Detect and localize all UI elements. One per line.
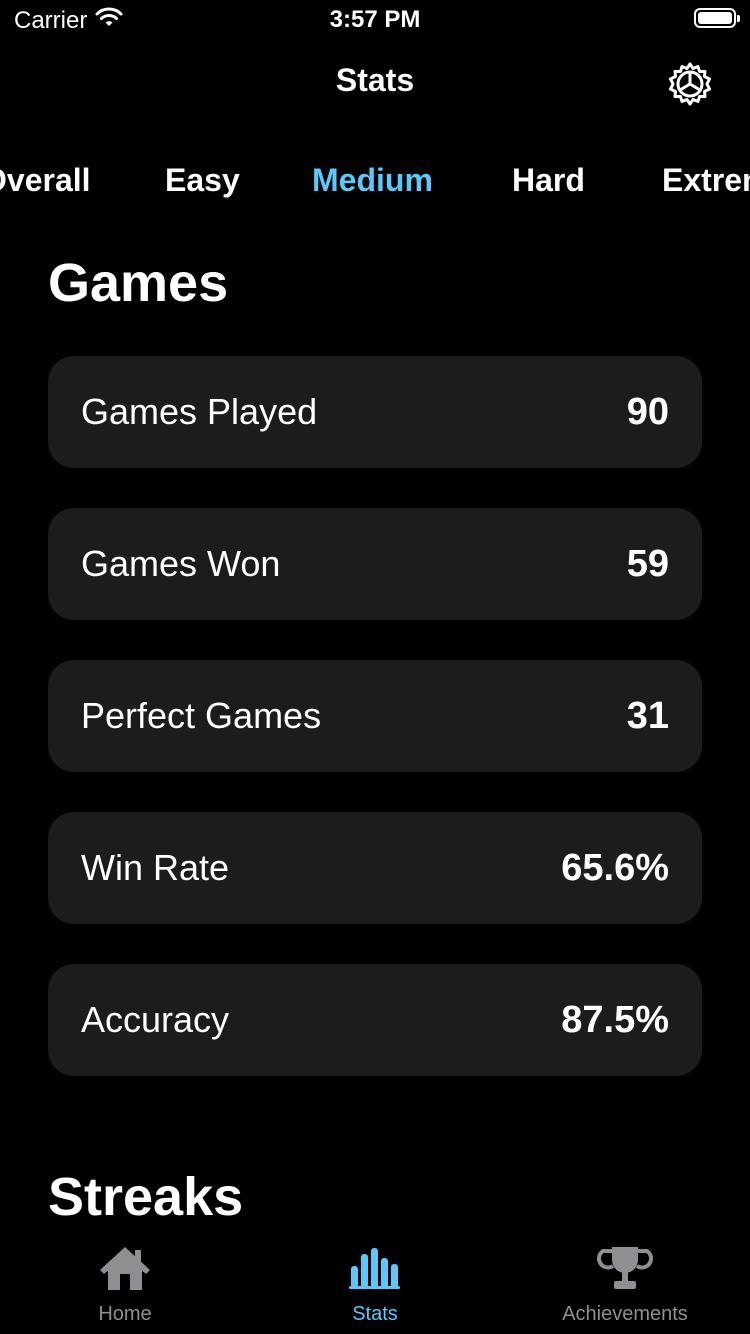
- stat-row-win-rate: Win Rate 65.6%: [48, 812, 702, 924]
- settings-button[interactable]: [666, 62, 714, 110]
- bar-chart-icon: [347, 1244, 403, 1297]
- tab-easy[interactable]: Easy: [165, 155, 240, 205]
- streaks-heading: Streaks: [48, 1167, 244, 1227]
- stat-row-games-won: Games Won 59: [48, 508, 702, 620]
- tab-bar-label: Stats: [352, 1303, 398, 1325]
- stat-label: Perfect Games: [81, 695, 322, 736]
- tab-bar-stats[interactable]: Stats: [250, 1244, 500, 1326]
- house-icon: [97, 1244, 153, 1297]
- stat-value: 65.6%: [561, 846, 669, 889]
- stat-row-accuracy: Accuracy 87.5%: [48, 964, 702, 1076]
- stat-label: Accuracy: [81, 999, 230, 1040]
- games-heading: Games: [48, 253, 229, 313]
- stat-row-games-played: Games Played 90: [48, 356, 702, 468]
- battery-icon: [694, 8, 740, 28]
- difficulty-tabs: Overall Easy Medium Hard Extreme: [0, 155, 750, 211]
- tab-bar-label: Achievements: [562, 1303, 688, 1325]
- tab-bar-home[interactable]: Home: [0, 1244, 250, 1326]
- tab-bar: Home Stats Achievements: [0, 1234, 750, 1334]
- status-right: [694, 8, 740, 28]
- stat-label: Games Won: [81, 543, 281, 584]
- stat-value: 59: [626, 542, 669, 585]
- gear-icon: [667, 61, 713, 112]
- tab-bar-achievements[interactable]: Achievements: [500, 1244, 750, 1326]
- stat-value: 90: [626, 390, 669, 433]
- tab-overall[interactable]: Overall: [0, 155, 91, 205]
- stat-label: Games Played: [81, 391, 318, 432]
- trophy-icon: [597, 1244, 653, 1297]
- tab-extreme[interactable]: Extreme: [662, 155, 750, 205]
- status-time: 3:57 PM: [329, 6, 421, 33]
- page-title: Stats: [335, 62, 415, 98]
- stat-value: 87.5%: [561, 998, 669, 1041]
- battery-level: [698, 12, 732, 24]
- tab-hard[interactable]: Hard: [512, 155, 585, 205]
- stat-row-perfect-games: Perfect Games 31: [48, 660, 702, 772]
- tab-medium[interactable]: Medium: [312, 155, 433, 205]
- stat-value: 31: [626, 694, 669, 737]
- status-bar: Carrier 3:57 PM: [0, 0, 750, 40]
- stat-label: Win Rate: [81, 847, 230, 888]
- tab-bar-label: Home: [98, 1303, 152, 1325]
